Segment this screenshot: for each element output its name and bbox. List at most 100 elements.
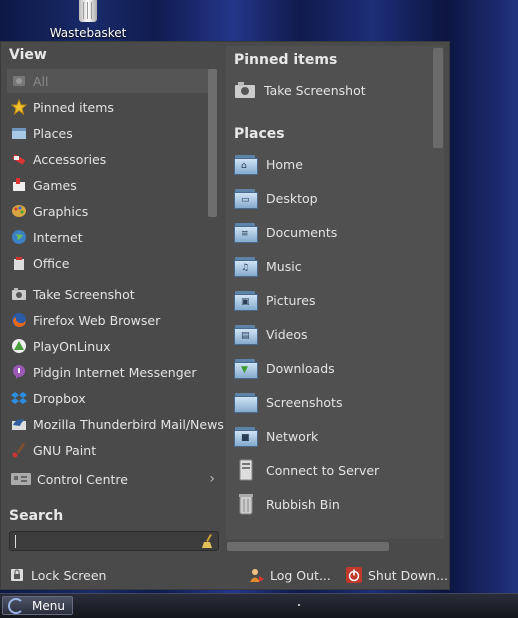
globe-icon [11,229,27,245]
pinned-item-take-screenshot[interactable]: Take Screenshot [234,75,366,105]
home-folder-icon: ⌂ [234,153,258,175]
lock-screen-button[interactable]: Lock Screen [9,563,106,587]
downloads-folder-icon: ▼ [234,357,258,379]
playonlinux-icon [11,338,27,354]
log-out-label: Log Out... [270,567,331,583]
category-label: All [33,73,49,89]
favorite-item-playonlinux[interactable]: PlayOnLinux [7,334,111,358]
favorite-label: Mozilla Thunderbird Mail/News [33,416,224,432]
dropbox-icon [11,390,27,406]
place-label: Music [266,258,302,274]
place-item-home[interactable]: ⌂ Home [234,149,303,179]
favorite-item-dropbox[interactable]: Dropbox [7,386,86,410]
category-item-graphics[interactable]: Graphics [7,199,88,223]
favorite-item-take-screenshot[interactable]: Take Screenshot [7,282,135,306]
control-centre-icon [11,471,31,487]
place-label: Rubbish Bin [266,496,340,512]
wastebasket-desktop-icon[interactable]: Wastebasket [46,0,130,40]
log-out-button[interactable]: Log Out... [248,563,331,587]
place-item-desktop[interactable]: ▭ Desktop [234,183,318,213]
control-centre-item[interactable]: Control Centre › [7,467,219,491]
screenshots-folder-icon [234,391,258,413]
place-label: Network [266,428,319,444]
place-item-pictures[interactable]: ▣ Pictures [234,285,316,315]
pinned-items-title: Pinned items [234,52,338,68]
taskbar-separator [298,604,300,606]
favorite-item-firefox[interactable]: Firefox Web Browser [7,308,160,332]
place-label: Desktop [266,190,318,206]
chevron-right-icon: › [209,471,215,487]
pidgin-icon [11,364,27,380]
category-item-accessories[interactable]: Accessories [7,147,106,171]
view-title: View [9,47,47,63]
category-list: All Pinned items Places Accessories Game… [7,69,221,304]
place-item-rubbish-bin[interactable]: Rubbish Bin [234,489,340,519]
place-item-connect-to-server[interactable]: Connect to Server [234,455,379,485]
category-item-pinned[interactable]: Pinned items [7,95,114,119]
places-horizontal-scrollbar[interactable] [227,542,389,551]
server-icon [234,459,258,481]
category-label: Office [33,255,70,271]
pinned-label: Take Screenshot [264,82,366,98]
category-label: Pinned items [33,99,114,115]
menu-button-label: Menu [32,598,65,613]
power-icon [346,567,362,583]
category-scrollbar[interactable] [208,69,217,217]
application-menu: View All Pinned items Places Accessories… [0,41,450,590]
place-item-videos[interactable]: ▤ Videos [234,319,308,349]
favorite-label: Firefox Web Browser [33,312,161,328]
favorite-item-pidgin[interactable]: Pidgin Internet Messenger [7,360,196,384]
lock-icon [9,567,25,583]
category-item-places[interactable]: Places [7,121,73,145]
category-label: Places [33,125,73,141]
pictures-folder-icon: ▣ [234,289,258,311]
paint-icon [11,442,27,458]
favorite-label: Take Screenshot [33,286,135,302]
accessories-icon [11,151,27,167]
network-folder-icon: ■ [234,425,258,447]
favorite-item-gnu-paint[interactable]: GNU Paint [7,438,96,462]
favorite-item-thunderbird[interactable]: Mozilla Thunderbird Mail/News [7,412,224,436]
place-item-screenshots[interactable]: Screenshots [234,387,342,417]
videos-folder-icon: ▤ [234,323,258,345]
place-item-downloads[interactable]: ▼ Downloads [234,353,335,383]
menu-button[interactable]: Menu [2,596,73,615]
folder-icon [11,125,27,141]
firefox-icon [11,312,27,328]
category-item-games[interactable]: Games [7,173,77,197]
place-label: Documents [266,224,338,240]
category-item-office[interactable]: Office [7,251,70,275]
menu-logo-icon [8,597,24,614]
shut-down-label: Shut Down... [368,567,448,583]
clear-search-icon[interactable] [200,533,214,552]
search-input[interactable] [9,531,219,551]
places-pane: Pinned items Take Screenshot Places ⌂ Ho… [226,46,444,539]
music-folder-icon: ♫ [234,255,258,277]
place-item-documents[interactable]: ≡ Documents [234,217,337,247]
control-centre-label: Control Centre [37,471,128,487]
taskbar: Menu [0,593,518,618]
category-label: Graphics [33,203,89,219]
star-icon [10,98,28,116]
place-label: Connect to Server [266,462,380,478]
place-item-network[interactable]: ■ Network [234,421,318,451]
place-label: Home [266,156,303,172]
camera-icon [234,81,258,99]
place-item-music[interactable]: ♫ Music [234,251,302,281]
log-out-icon [248,567,264,583]
category-label: Internet [33,229,83,245]
place-label: Pictures [266,292,316,308]
favorite-label: PlayOnLinux [33,338,111,354]
shut-down-button[interactable]: Shut Down... [346,563,448,587]
places-scrollbar[interactable] [433,48,443,148]
category-item-internet[interactable]: Internet [7,225,83,249]
favorite-label: Dropbox [33,390,86,406]
camera-icon [11,286,27,302]
place-label: Downloads [266,360,335,376]
favorite-label: Pidgin Internet Messenger [33,364,197,380]
category-label: Accessories [33,151,107,167]
games-icon [11,177,27,193]
trash-icon [74,0,102,24]
category-item-all[interactable]: All [7,69,213,93]
places-title: Places [234,126,285,142]
